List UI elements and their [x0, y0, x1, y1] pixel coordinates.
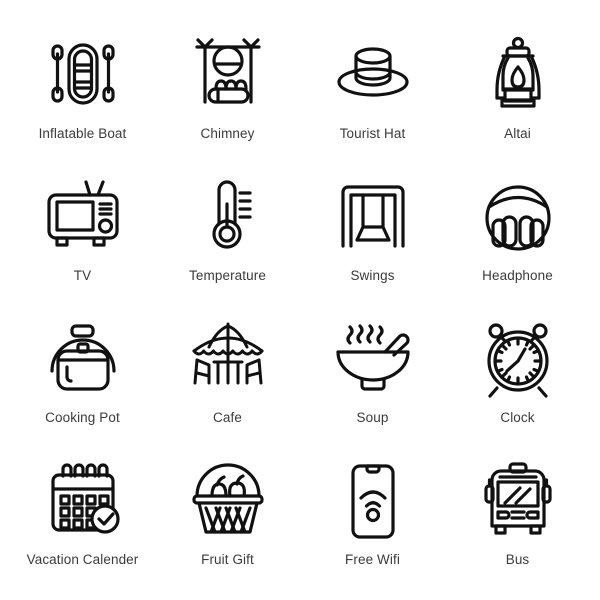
icon-cell-temperature[interactable]: Temperature	[155, 160, 300, 302]
icon-cell-inflatable-boat[interactable]: Inflatable Boat	[10, 18, 155, 160]
altai-lantern-icon	[475, 34, 561, 114]
inflatable-boat-icon	[40, 34, 126, 114]
icon-cell-vacation-calendar[interactable]: Vacation Calender	[10, 444, 155, 586]
icon-cell-clock[interactable]: Clock	[445, 302, 590, 444]
icon-label: Tourist Hat	[339, 126, 406, 141]
cafe-icon	[185, 318, 271, 398]
clock-icon	[475, 318, 561, 398]
icon-label: Inflatable Boat	[38, 126, 127, 141]
tourist-hat-icon	[330, 34, 416, 114]
icon-cell-soup[interactable]: Soup	[300, 302, 445, 444]
icon-label: Cooking Pot	[45, 410, 120, 425]
icon-label: Headphone	[482, 268, 553, 283]
icon-label: Soup	[356, 410, 389, 425]
icon-label: Fruit Gift	[201, 552, 254, 567]
icon-label: Cafe	[213, 410, 242, 425]
icon-label: TV	[73, 268, 92, 283]
chimney-icon	[185, 34, 271, 114]
icon-cell-bus[interactable]: Bus	[445, 444, 590, 586]
tv-icon	[40, 176, 126, 256]
icon-cell-chimney[interactable]: Chimney	[155, 18, 300, 160]
icon-label: Bus	[505, 552, 530, 567]
icon-label: Swings	[350, 268, 395, 283]
fruit-gift-icon	[185, 460, 271, 540]
icon-cell-free-wifi[interactable]: Free Wifi	[300, 444, 445, 586]
icon-cell-tourist-hat[interactable]: Tourist Hat	[300, 18, 445, 160]
icon-cell-tv[interactable]: TV	[10, 160, 155, 302]
icon-label: Clock	[500, 410, 535, 425]
icon-cell-headphone[interactable]: Headphone	[445, 160, 590, 302]
bus-icon	[475, 460, 561, 540]
icon-label: Vacation Calender	[26, 552, 139, 567]
headphone-icon	[475, 176, 561, 256]
icon-cell-altai[interactable]: Altai	[445, 18, 590, 160]
icon-label: Chimney	[200, 126, 255, 141]
icon-label: Free Wifi	[345, 552, 400, 567]
icon-cell-cooking-pot[interactable]: Cooking Pot	[10, 302, 155, 444]
icon-cell-fruit-gift[interactable]: Fruit Gift	[155, 444, 300, 586]
cooking-pot-icon	[40, 318, 126, 398]
soup-icon	[330, 318, 416, 398]
vacation-calendar-icon	[40, 460, 126, 540]
temperature-icon	[185, 176, 271, 256]
swings-icon	[330, 176, 416, 256]
icon-grid: Inflatable Boat Chimney Tourist Hat Alta…	[0, 0, 600, 600]
icon-cell-swings[interactable]: Swings	[300, 160, 445, 302]
icon-label: Altai	[504, 126, 531, 141]
icon-cell-cafe[interactable]: Cafe	[155, 302, 300, 444]
icon-label: Temperature	[189, 268, 266, 283]
free-wifi-icon	[330, 460, 416, 540]
